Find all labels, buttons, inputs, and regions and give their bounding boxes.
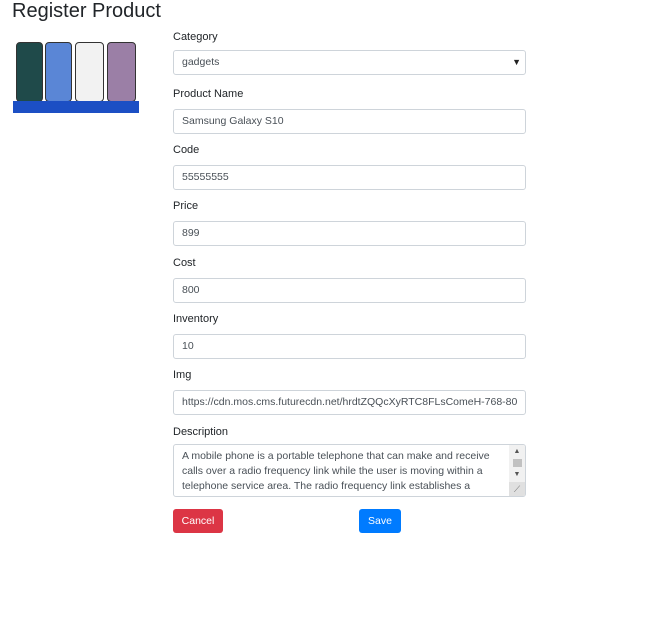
code-label: Code [173, 144, 200, 156]
category-label: Category [173, 31, 218, 43]
category-field: Category gadgets ▼ [173, 30, 526, 75]
product-name-label: Product Name [173, 88, 244, 100]
price-input[interactable]: 899 [173, 221, 526, 246]
product-image [13, 40, 139, 113]
description-label: Description [173, 426, 229, 438]
img-label: Img [173, 369, 192, 381]
code-field: Code 55555555 [173, 143, 526, 190]
category-value: gadgets [182, 56, 220, 68]
cost-input[interactable]: 800 [173, 278, 526, 303]
inventory-label: Inventory [173, 313, 219, 325]
scroll-down-icon[interactable]: ▼ [509, 469, 525, 481]
cost-label: Cost [173, 257, 196, 269]
save-button[interactable]: Save [359, 509, 401, 533]
description-textarea[interactable]: A mobile phone is a portable telephone t… [173, 444, 526, 497]
price-label: Price [173, 200, 199, 212]
img-field: Img https://cdn.mos.cms.futurecdn.net/hr… [173, 368, 526, 415]
price-field: Price 899 [173, 199, 526, 246]
description-field: Description A mobile phone is a portable… [173, 425, 526, 497]
inventory-input[interactable]: 10 [173, 334, 526, 359]
code-input[interactable]: 55555555 [173, 165, 526, 190]
description-text: A mobile phone is a portable telephone t… [182, 450, 490, 492]
category-select[interactable]: gadgets ▼ [173, 50, 526, 75]
caret-down-icon: ▼ [512, 57, 521, 67]
resize-grip-icon[interactable]: ⟋ [509, 482, 525, 496]
inventory-field: Inventory 10 [173, 312, 526, 359]
img-url-input[interactable]: https://cdn.mos.cms.futurecdn.net/hrdtZQ… [173, 390, 526, 415]
scroll-thumb[interactable] [513, 459, 522, 467]
scroll-up-icon[interactable]: ▲ [509, 446, 525, 458]
page-title: Register Product [12, 0, 161, 22]
product-name-input[interactable]: Samsung Galaxy S10 [173, 109, 526, 134]
cost-field: Cost 800 [173, 256, 526, 303]
product-name-field: Product Name Samsung Galaxy S10 [173, 87, 526, 134]
cancel-button[interactable]: Cancel [173, 509, 223, 533]
